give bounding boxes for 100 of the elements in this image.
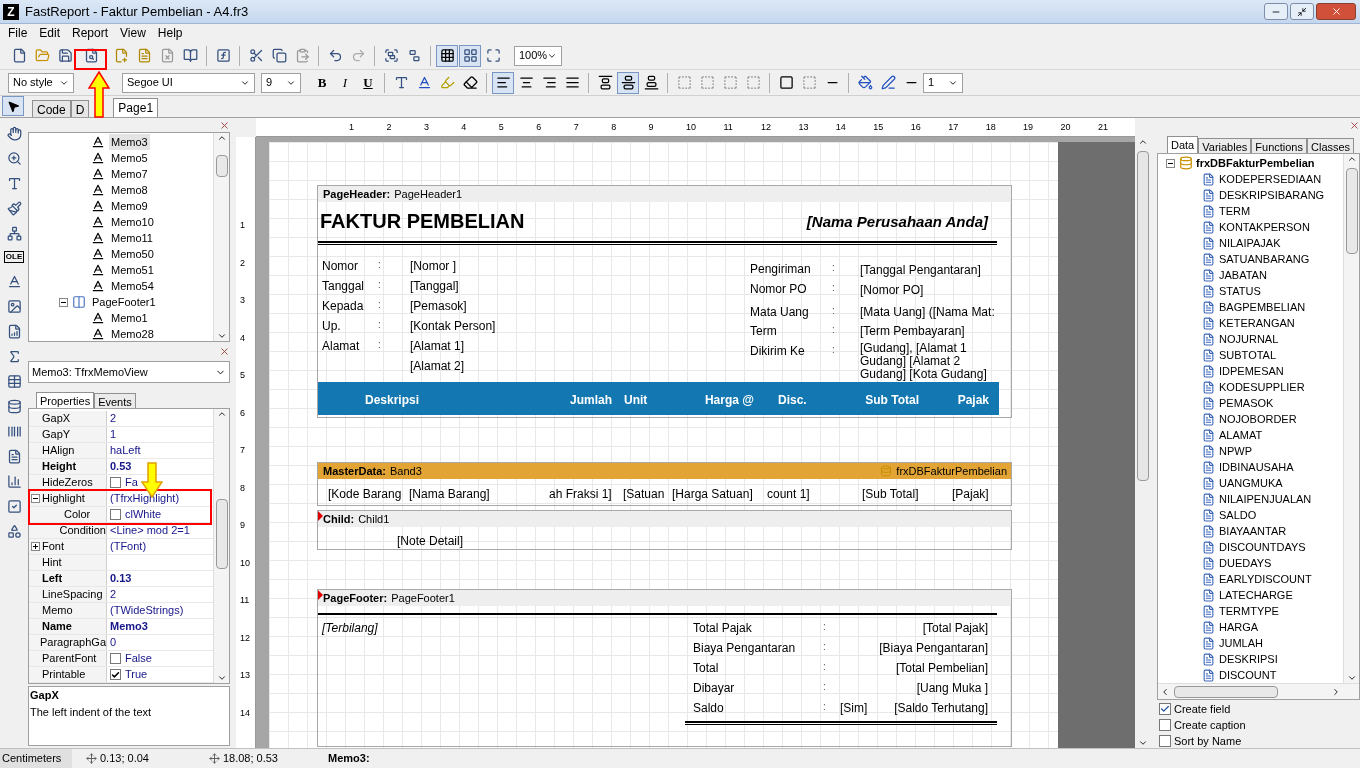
tree-item[interactable]: Memo3	[109, 133, 150, 151]
property-value[interactable]: 0.13	[110, 570, 132, 587]
scroll-thumb[interactable]	[1345, 168, 1358, 254]
tree-item[interactable]: TERMTYPE	[1219, 602, 1279, 620]
scroll-down-icon[interactable]	[216, 331, 227, 341]
menu-item[interactable]: Edit	[33, 24, 67, 42]
checkbox[interactable]	[1159, 703, 1171, 715]
checkbox[interactable]	[110, 477, 121, 488]
master-data-band[interactable]: MasterData: Band3 frxDBFakturPembelian [Kode Barang [Nama Barang] ah Fraksi 1] [Satuan [Harga Satuan] count 1] [Sub Total] [Pajak]	[317, 462, 1012, 506]
checkbox[interactable]	[1159, 735, 1171, 747]
property-value[interactable]: clWhite	[125, 506, 162, 523]
font-size-combo[interactable]: 9	[261, 72, 301, 93]
menu-item[interactable]: View	[114, 24, 152, 42]
menu-item[interactable]: Report	[66, 24, 115, 42]
menu-item[interactable]: Help	[151, 24, 189, 42]
scroll-down-icon[interactable]	[216, 673, 227, 683]
tree-item[interactable]: DISCOUNTDAYS	[1219, 538, 1306, 556]
close-icon[interactable]	[1330, 6, 1342, 17]
band-header[interactable]: PageHeader: PageHeader1	[318, 186, 1011, 202]
tree-item[interactable]: DUEDAYS	[1219, 554, 1272, 572]
scrollbar[interactable]	[1135, 137, 1150, 748]
page-footer-band[interactable]: PageFooter: PageFooter1 [Terbilang] Total Pajak : [Total Pajak] Biaya Pengantaran : [Biaya Pengantaran] Total : [Total Pembelian] Dibayar : [Uang Muka ] Saldo : [Sim] [Saldo Terhutang]	[317, 589, 1012, 747]
scrollbar[interactable]	[213, 409, 229, 683]
scroll-up-icon[interactable]	[1346, 154, 1357, 164]
tree-item[interactable]: Memo9	[109, 197, 150, 215]
tree-item[interactable]: TERM	[1219, 202, 1251, 220]
child-band[interactable]: Child: Child1 [Note Detail]	[317, 510, 1012, 550]
tree-item[interactable]: Memo50	[109, 245, 156, 263]
checkbox[interactable]	[1159, 719, 1171, 731]
tree-item[interactable]: DESKRIPSIBARANG	[1219, 186, 1325, 204]
tree-item[interactable]: SALDO	[1219, 506, 1257, 524]
scroll-up-icon[interactable]	[1137, 137, 1148, 147]
tree-item[interactable]: SATUANBARANG	[1219, 250, 1310, 268]
tree-item[interactable]: LATECHARGE	[1219, 586, 1293, 604]
scroll-down-icon[interactable]	[1137, 738, 1148, 748]
property-value[interactable]: 1	[110, 426, 117, 443]
property-value[interactable]: Memo3	[110, 618, 148, 635]
tree-item[interactable]: HARGA	[1219, 618, 1259, 636]
tree-item[interactable]: NOJOBORDER	[1219, 410, 1297, 428]
tree-item[interactable]: Memo28	[109, 325, 156, 341]
close-icon[interactable]	[219, 120, 230, 131]
scroll-thumb[interactable]	[1136, 151, 1149, 481]
band-header[interactable]: PageFooter: PageFooter1	[318, 590, 1011, 606]
scroll-down-icon[interactable]	[1346, 673, 1357, 683]
inspector-tab[interactable]: Properties	[36, 392, 95, 408]
close-button[interactable]	[1316, 3, 1356, 20]
tree-item[interactable]: Memo8	[109, 181, 150, 199]
scroll-up-icon[interactable]	[216, 409, 227, 419]
close-icon[interactable]	[1349, 120, 1360, 131]
tree-item[interactable]: Memo51	[109, 261, 156, 279]
tree-item[interactable]: SUBTOTAL	[1219, 346, 1277, 364]
tree-item[interactable]: frxDBFakturPembelian	[1196, 154, 1315, 172]
band-header[interactable]: Child: Child1	[318, 511, 1011, 527]
restore-icon[interactable]	[1297, 6, 1307, 17]
scroll-up-icon[interactable]	[216, 133, 227, 143]
tree-item[interactable]: DISCOUNT	[1219, 666, 1277, 683]
collapse-icon[interactable]	[1166, 158, 1175, 168]
underline-button[interactable]: U	[357, 71, 379, 94]
property-value[interactable]: (TfrxHighlight)	[110, 490, 180, 507]
align-left-icon[interactable]	[492, 71, 514, 94]
tree-item[interactable]: Memo10	[109, 213, 156, 231]
checkbox[interactable]	[110, 653, 121, 664]
tree-item[interactable]: PageFooter1	[90, 293, 158, 311]
tree-item[interactable]: JUMLAH	[1219, 634, 1263, 652]
minimize-button[interactable]	[1264, 3, 1288, 20]
expand-icon[interactable]	[31, 542, 40, 551]
tree-item[interactable]: Memo5	[109, 149, 150, 167]
menu-item[interactable]: File	[2, 24, 34, 42]
property-value[interactable]: <Line> mod 2=1	[110, 522, 190, 539]
scroll-right-icon[interactable]	[1331, 686, 1341, 697]
bold-button[interactable]: B	[311, 71, 333, 94]
tree-item[interactable]: PEMASOK	[1219, 394, 1274, 412]
tree-item[interactable]: KODESUPPLIER	[1219, 378, 1305, 396]
tree-item[interactable]: JABATAN	[1219, 266, 1267, 284]
property-value[interactable]: Fa	[125, 474, 138, 491]
page-tab[interactable]: Code	[32, 100, 71, 117]
object-selector[interactable]: Memo3: TfrxMemoView	[28, 361, 230, 383]
tree-item[interactable]: Memo1	[109, 309, 150, 327]
collapse-icon[interactable]	[59, 297, 68, 307]
tree-item[interactable]: KETERANGAN	[1219, 314, 1295, 332]
tree-item[interactable]: BAGPEMBELIAN	[1219, 298, 1306, 316]
scrollbar[interactable]	[1158, 683, 1359, 699]
tree-item[interactable]: NILAIPENJUALAN	[1219, 490, 1312, 508]
tree-item[interactable]: KODEPERSEDIAAN	[1219, 170, 1322, 188]
close-icon[interactable]	[219, 346, 230, 357]
scroll-left-icon[interactable]	[1160, 686, 1170, 697]
tree-item[interactable]: ALAMAT	[1219, 426, 1263, 444]
property-value[interactable]: (TWideStrings)	[110, 602, 184, 619]
tree-item[interactable]: KONTAKPERSON	[1219, 218, 1310, 236]
pointer-tool-icon[interactable]	[2, 96, 24, 116]
scrollbar[interactable]	[1343, 154, 1359, 683]
property-value[interactable]: False	[125, 650, 152, 667]
tree-item[interactable]: NOJURNAL	[1219, 330, 1279, 348]
scroll-thumb[interactable]	[1174, 685, 1278, 698]
property-value[interactable]: haLeft	[110, 442, 141, 459]
align-to-grid-icon[interactable]	[459, 44, 481, 67]
property-value[interactable]: 0.53	[110, 458, 132, 475]
grid-icon[interactable]	[436, 44, 458, 67]
band-header[interactable]: MasterData: Band3 frxDBFakturPembelian	[318, 463, 1011, 479]
tree-item[interactable]: Memo7	[109, 165, 150, 183]
